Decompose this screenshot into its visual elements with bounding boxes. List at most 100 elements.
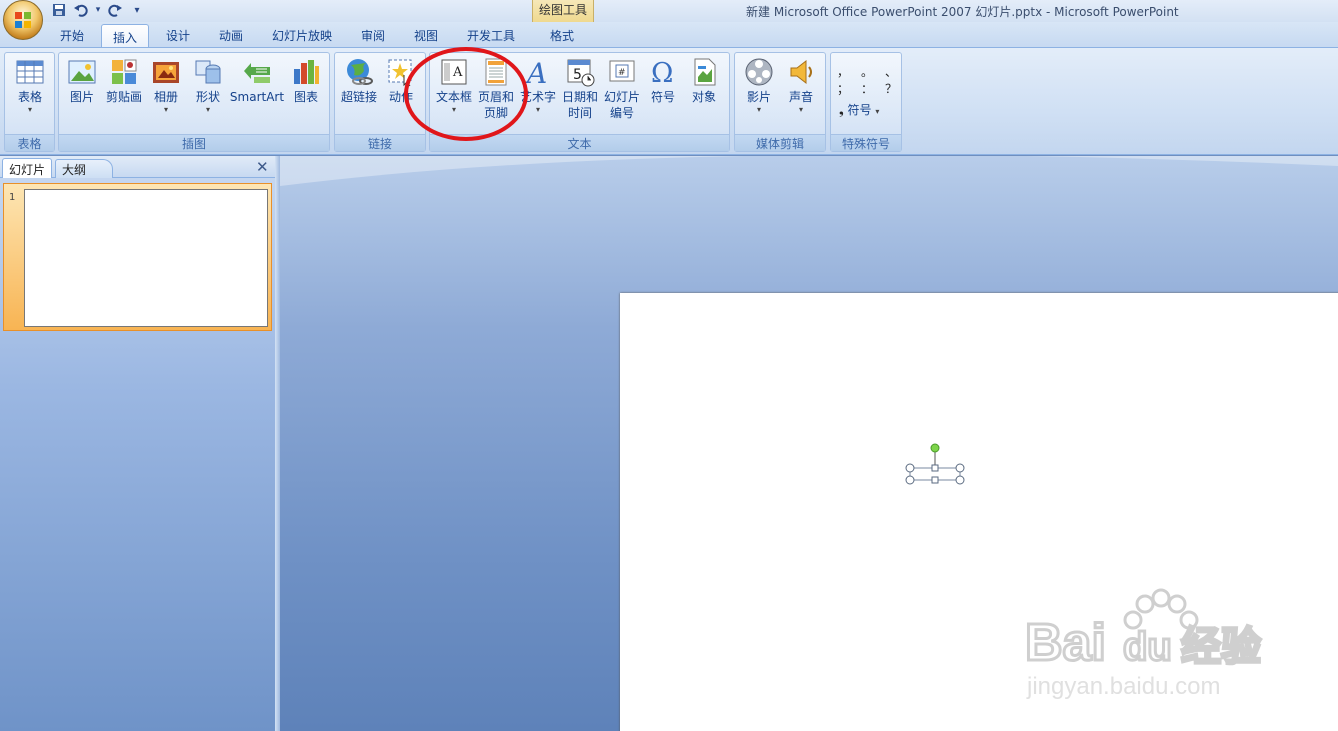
action-button[interactable]: 动作 (383, 57, 419, 105)
svg-text:A: A (524, 57, 547, 87)
object-button[interactable]: 对象 (684, 57, 724, 105)
chevron-down-icon: ▾ (205, 105, 210, 114)
textbox-placeholder[interactable] (903, 441, 969, 493)
tab-developer[interactable]: 开发工具 (467, 27, 515, 44)
smartart-label: SmartArt (229, 90, 285, 104)
quick-access-toolbar: ▾ ▾ (50, 1, 146, 19)
hyperlink-label: 超链接 (340, 90, 377, 104)
symbol-semicolon[interactable]: ； (837, 80, 849, 97)
customize-qat-icon[interactable]: ▾ (128, 2, 146, 18)
photo-album-icon (153, 62, 179, 83)
group-links: 超链接 动作 链接 (334, 52, 426, 152)
symbol-period[interactable]: 。 (861, 63, 873, 80)
symbol-label: 符号 (650, 90, 675, 104)
symbol-button[interactable]: Ω 符号 (644, 57, 682, 105)
chart-button[interactable]: 图表 (287, 57, 325, 105)
chart-icon (294, 60, 319, 84)
redo-icon[interactable] (106, 2, 124, 18)
chart-label: 图表 (293, 90, 318, 104)
wordart-label: 艺术字 (519, 90, 556, 104)
header-footer-icon (485, 58, 507, 86)
group-label-special-symbols: 特殊符号 (831, 134, 901, 151)
group-label-media-clips: 媒体剪辑 (735, 134, 825, 151)
slides-panel-tabs: 幻灯片 大纲 ✕ (0, 156, 275, 178)
symbol-icon: Ω (651, 58, 673, 87)
slide-thumbnail-selected[interactable]: 1 (3, 183, 272, 331)
clipart-button[interactable]: 剪贴画 (103, 57, 145, 105)
svg-text:5: 5 (573, 67, 582, 83)
movie-label: 影片 (746, 90, 771, 104)
tab-insert[interactable]: 插入 (101, 24, 149, 49)
shapes-label: 形状 (195, 90, 220, 104)
table-button[interactable]: 表格 ▾ (11, 57, 49, 114)
symbol-colon[interactable]: ： (861, 80, 873, 97)
svg-text:A: A (452, 65, 463, 80)
special-symbol-button[interactable]: ❟ 符号 ▾ (839, 101, 879, 118)
wordart-icon: A (524, 57, 547, 87)
slide-canvas[interactable] (620, 293, 1338, 731)
slide-number-button[interactable]: # 幻灯片 编号 (602, 57, 642, 121)
symbol-enumeration-comma[interactable]: 、 (885, 63, 897, 80)
movie-button[interactable]: 影片 ▾ (739, 57, 779, 114)
header-footer-button[interactable]: 页眉和 页脚 (476, 57, 516, 121)
chevron-down-icon: ▾ (756, 105, 761, 114)
movie-icon (745, 58, 773, 86)
object-label: 对象 (691, 90, 716, 104)
clipart-icon (112, 59, 137, 84)
tab-view[interactable]: 视图 (414, 27, 438, 44)
rotate-handle-icon (930, 443, 940, 453)
undo-dropdown-icon[interactable]: ▾ (94, 2, 102, 18)
close-icon[interactable]: ✕ (256, 158, 269, 176)
svg-text:#: # (618, 68, 626, 78)
symbol-comma[interactable]: ， (837, 63, 849, 80)
action-icon (388, 59, 412, 87)
office-logo-icon (15, 12, 31, 28)
drawing-tools-contextual-header: 绘图工具 (532, 0, 594, 22)
date-time-label-line2: 时间 (567, 106, 592, 120)
group-text: A 文本框 ▾ 页眉和 页脚 A 艺术字 ▾ 5 日期和 时间 # 幻灯片 编号… (429, 52, 730, 152)
shapes-icon (195, 60, 221, 84)
chevron-down-icon: ▾ (535, 105, 540, 114)
picture-button[interactable]: 图片 (63, 57, 101, 105)
wordart-button[interactable]: A 艺术字 ▾ (518, 57, 558, 114)
photo-album-button[interactable]: 相册 ▾ (147, 57, 185, 114)
tab-design[interactable]: 设计 (166, 27, 190, 44)
group-illustrations: 图片 剪贴画 相册 ▾ 形状 ▾ SmartArt 图表 插图 (58, 52, 330, 152)
tab-slideshow[interactable]: 幻灯片放映 (272, 27, 332, 44)
group-media-clips: 影片 ▾ 声音 ▾ 媒体剪辑 (734, 52, 826, 152)
tab-review[interactable]: 审阅 (361, 27, 385, 44)
hyperlink-button[interactable]: 超链接 (339, 57, 379, 105)
tab-animation[interactable]: 动画 (219, 27, 243, 44)
shapes-button[interactable]: 形状 ▾ (189, 57, 227, 114)
ribbon: 表格 ▾ 表格 图片 剪贴画 相册 ▾ 形状 ▾ SmartArt 图表 插图 … (0, 47, 1338, 155)
group-label-text: 文本 (430, 134, 729, 151)
office-button[interactable] (3, 0, 43, 40)
photo-album-label: 相册 (153, 90, 178, 104)
table-label: 表格 (17, 90, 42, 104)
smartart-icon (244, 63, 270, 83)
smartart-button[interactable]: SmartArt (229, 57, 285, 105)
svg-text:Ω: Ω (651, 58, 673, 87)
sound-icon (790, 59, 812, 85)
slides-panel: 幻灯片 大纲 ✕ 1 (0, 156, 275, 731)
undo-icon[interactable] (72, 2, 90, 18)
date-time-button[interactable]: 5 日期和 时间 (560, 57, 600, 121)
header-footer-label-line2: 页脚 (483, 106, 508, 120)
symbol-question[interactable]: ？ (885, 80, 897, 97)
chevron-down-icon: ▾ (798, 105, 803, 114)
tab-home[interactable]: 开始 (60, 27, 84, 44)
picture-label: 图片 (69, 90, 94, 104)
header-footer-label-line1: 页眉和 (477, 90, 514, 104)
textbox-button[interactable]: A 文本框 ▾ (432, 57, 476, 114)
tab-format[interactable]: 格式 (550, 27, 574, 44)
save-icon[interactable] (50, 2, 68, 18)
group-label-illustrations: 插图 (59, 134, 329, 151)
chevron-down-icon: ▾ (27, 105, 32, 114)
sound-button[interactable]: 声音 ▾ (781, 57, 821, 114)
tab-outline[interactable]: 大纲 (55, 159, 113, 178)
special-symbol-label: 符号 (847, 103, 872, 117)
window-title: 新建 Microsoft Office PowerPoint 2007 幻灯片.… (746, 5, 1179, 19)
action-label: 动作 (388, 90, 413, 104)
slide-thumbnail[interactable] (24, 189, 268, 327)
tab-slides[interactable]: 幻灯片 (2, 158, 52, 178)
